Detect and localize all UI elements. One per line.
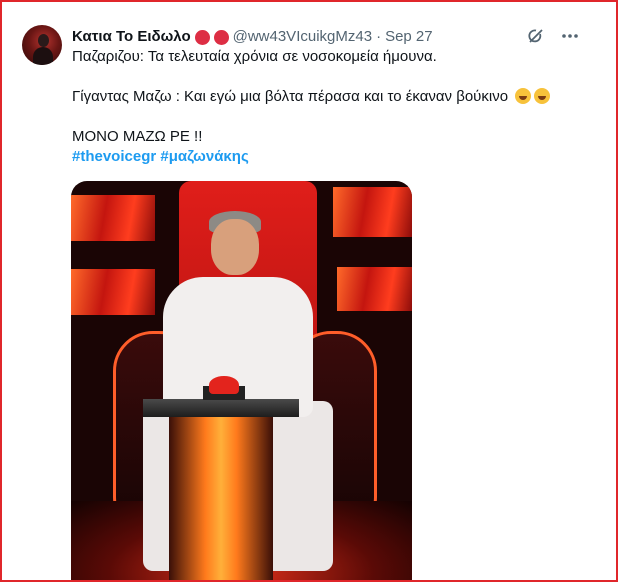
author-name[interactable]: Κατια Το Ειδωλο: [72, 27, 191, 47]
glowing-podium: [169, 417, 273, 580]
rolling-on-floor-laughing-emoji-icon: [515, 88, 532, 104]
hashtag-mazonakis[interactable]: #μαζωνάκης: [160, 148, 248, 165]
grok-icon[interactable]: [526, 26, 546, 46]
tweet-line-2: Γίγαντας Μαζω : Και εγώ μια βόλτα πέρασα…: [72, 87, 592, 107]
avatar-body-shape: [33, 47, 53, 65]
avatar[interactable]: [22, 25, 62, 65]
avatar-head-shape: [38, 34, 49, 47]
tweet-media-photo[interactable]: [71, 181, 412, 580]
red-circle-badge-icon: [194, 29, 210, 45]
hashtags: #thevoicegr #μαζωνάκης: [72, 147, 592, 167]
screenshot-frame: Κατια Το Ειδωλο @ww43VIcuikgMz43 · Sep 2…: [0, 0, 618, 582]
author-handle[interactable]: @ww43VIcuikgMz43: [233, 27, 372, 47]
separator-dot: ·: [376, 28, 382, 45]
tweet: Κατια Το Ειδωλο @ww43VIcuikgMz43 · Sep 2…: [2, 2, 616, 580]
background-screen-left-bottom: [71, 269, 155, 315]
red-circle-badge-icon: [213, 29, 229, 45]
rolling-on-floor-laughing-emoji-icon: [534, 88, 551, 104]
red-buzzer-button: [209, 376, 239, 394]
tweet-header: Κατια Το Ειδωλο @ww43VIcuikgMz43 · Sep 2…: [72, 27, 433, 47]
podium-top: [143, 399, 299, 417]
more-options-icon[interactable]: [560, 26, 580, 46]
background-screen-left-top: [71, 195, 155, 241]
tweet-text: Παζαριζου: Τα τελευταία χρόνια σε νοσοκο…: [72, 47, 592, 167]
hashtag-thevoicegr[interactable]: #thevoicegr: [72, 148, 156, 165]
person-face: [211, 219, 259, 275]
tweet-actions-top: [526, 26, 580, 46]
tweet-date[interactable]: Sep 27: [385, 27, 433, 47]
tweet-line-3: ΜΟΝΟ ΜΑΖΩ ΡΕ !!: [72, 128, 203, 145]
tweet-line-2-text: Γίγαντας Μαζω : Και εγώ μια βόλτα πέρασα…: [72, 88, 509, 105]
tweet-line-1: Παζαριζου: Τα τελευταία χρόνια σε νοσοκο…: [72, 48, 437, 65]
background-screen-right-top: [333, 187, 412, 237]
background-screen-right-bottom: [337, 267, 412, 311]
